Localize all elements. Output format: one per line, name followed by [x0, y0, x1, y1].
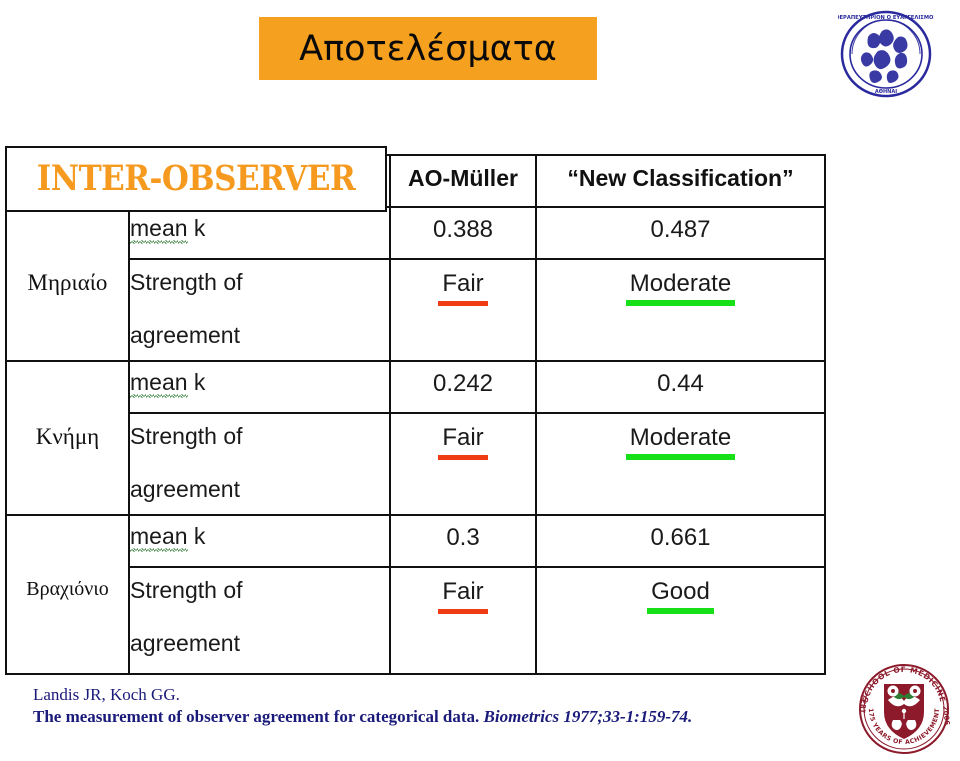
citation-line2: The measurement of observer agreement fo…: [33, 706, 823, 728]
metric-label-mean-k-1: mean k: [128, 206, 391, 260]
table-row: Strength of agreement Fair Good: [6, 566, 826, 675]
value-strength-new-1: Moderate: [535, 258, 826, 362]
metric-label-mean-k-3: mean k: [128, 514, 391, 568]
table-row: Μηριαίο mean k 0.388 0.487: [5, 206, 826, 362]
strength-ao-wrap: Fair: [391, 568, 535, 614]
strength-ao-wrap: Fair: [391, 260, 535, 306]
row-label-cell-1: Μηριαίο: [5, 206, 130, 362]
strength-label-line2: agreement: [130, 476, 240, 503]
metric-label-strength-3: Strength of agreement: [128, 566, 391, 675]
university-seal-icon: ΘΕΡΑΠΕΥΤΗΡΙΟΝ Ο ΕΥΑΓΓΕΛΙΣΜΟΣ ΑΘΗΝΑΙ: [835, 7, 937, 102]
svg-text:2006: 2006: [941, 705, 951, 725]
table-row: Strength of agreement Fair Moderate: [6, 258, 826, 362]
inter-observer-header-box: INTER-OBSERVER: [5, 146, 387, 212]
mean-k-label: mean k: [130, 208, 389, 245]
strength-label-line1: Strength of: [130, 269, 243, 295]
table-row: Κνήμη mean k 0.242 0.44: [5, 360, 826, 516]
citation-block: Landis JR, Koch GG. The measurement of o…: [33, 684, 823, 728]
spellcheck-underline: mean: [130, 215, 188, 245]
metric-label-mean-k-2: mean k: [128, 360, 391, 414]
mean-k-suffix: k: [187, 369, 206, 395]
svg-text:ΘΕΡΑΠΕΥΤΗΡΙΟΝ Ο ΕΥΑΓΓΕΛΙΣΜΟΣ: ΘΕΡΑΠΕΥΤΗΡΙΟΝ Ο ΕΥΑΓΓΕΛΙΣΜΟΣ: [838, 15, 934, 21]
svg-text:ΑΘΗΝΑΙ: ΑΘΗΝΑΙ: [875, 89, 897, 95]
strength-ao-wrap: Fair: [391, 414, 535, 460]
spellcheck-underline: mean: [130, 523, 188, 553]
value-strength-new-2: Moderate: [535, 412, 826, 516]
strength-label-line1: Strength of: [130, 577, 243, 603]
mean-k-suffix: k: [187, 215, 206, 241]
page-title: Αποτελέσματα: [299, 28, 557, 69]
mean-k-ao-value: 0.388: [432, 216, 494, 243]
slide-title-banner: Αποτελέσματα: [259, 17, 597, 80]
value-mean-k-ao-2: 0.242: [389, 360, 537, 414]
mean-k-ao-value: 0.242: [432, 370, 494, 397]
row-label-cell-2: Κνήμη: [5, 360, 130, 516]
table-row: Βραχιόνιο mean k 0.3 0.661: [5, 514, 826, 675]
table-row: Strength of agreement Fair Moderate: [6, 412, 826, 516]
value-strength-ao-3: Fair: [389, 566, 537, 675]
strength-ao-value: Fair: [438, 270, 489, 306]
inter-observer-label: INTER-OBSERVER: [36, 158, 356, 200]
strength-new-value: Moderate: [625, 424, 736, 460]
citation-journal: Biometrics 1977;33-1:159-74.: [483, 707, 693, 727]
column-header-ao-muller-label: AO-Müller: [408, 165, 518, 191]
value-mean-k-ao-3: 0.3: [389, 514, 537, 568]
mean-k-new-value: 0.487: [650, 216, 711, 243]
spellcheck-underline: mean: [130, 369, 188, 399]
mean-k-suffix: k: [187, 523, 206, 549]
citation-title: The measurement of observer agreement fo…: [33, 707, 480, 727]
strength-ao-value: Fair: [438, 424, 489, 460]
strength-new-value: Good: [647, 578, 714, 614]
metric-label-strength-2: Strength of agreement: [128, 412, 391, 516]
value-strength-ao-2: Fair: [389, 412, 537, 516]
strength-new-wrap: Moderate: [537, 414, 824, 460]
value-strength-new-3: Good: [535, 566, 826, 675]
strength-new-wrap: Good: [537, 568, 824, 614]
region-label: Κνήμη: [35, 424, 100, 449]
mean-k-label: mean k: [130, 516, 389, 553]
value-mean-k-ao-1: 0.388: [389, 206, 537, 260]
region-label: Μηριαίο: [27, 270, 108, 295]
mean-k-label: mean k: [130, 362, 389, 399]
mean-k-new-value: 0.661: [650, 524, 711, 551]
column-header-new-classification: “New Classification”: [535, 154, 826, 208]
mean-k-ao-value: 0.3: [446, 524, 480, 551]
strength-new-value: Moderate: [625, 270, 736, 306]
mean-k-new-value: 0.44: [657, 370, 704, 397]
strength-label-line1: Strength of: [130, 423, 243, 449]
column-header-ao-muller: AO-Müller: [389, 154, 537, 208]
column-header-new-classification-label: “New Classification”: [567, 165, 794, 191]
results-table: AO-Müller “New Classification” Μηριαίο m…: [5, 154, 826, 675]
citation-authors: Landis JR, Koch GG.: [33, 685, 180, 704]
value-mean-k-new-3: 0.661: [535, 514, 826, 568]
value-mean-k-new-1: 0.487: [535, 206, 826, 260]
strength-label-line2: agreement: [130, 322, 240, 349]
value-strength-ao-1: Fair: [389, 258, 537, 362]
value-mean-k-new-2: 0.44: [535, 360, 826, 414]
metric-label-strength-1: Strength of agreement: [128, 258, 391, 362]
region-label: Βραχιόνιο: [26, 578, 109, 600]
strength-ao-value: Fair: [438, 578, 489, 614]
strength-new-wrap: Moderate: [537, 260, 824, 306]
strength-label-line2: agreement: [130, 630, 240, 657]
row-label-cell-3: Βραχιόνιο: [5, 514, 130, 675]
school-of-medicine-emblem-icon: SCHOOL OF MEDICINE 175 YEARS OF ACHIEVEM…: [855, 662, 953, 756]
